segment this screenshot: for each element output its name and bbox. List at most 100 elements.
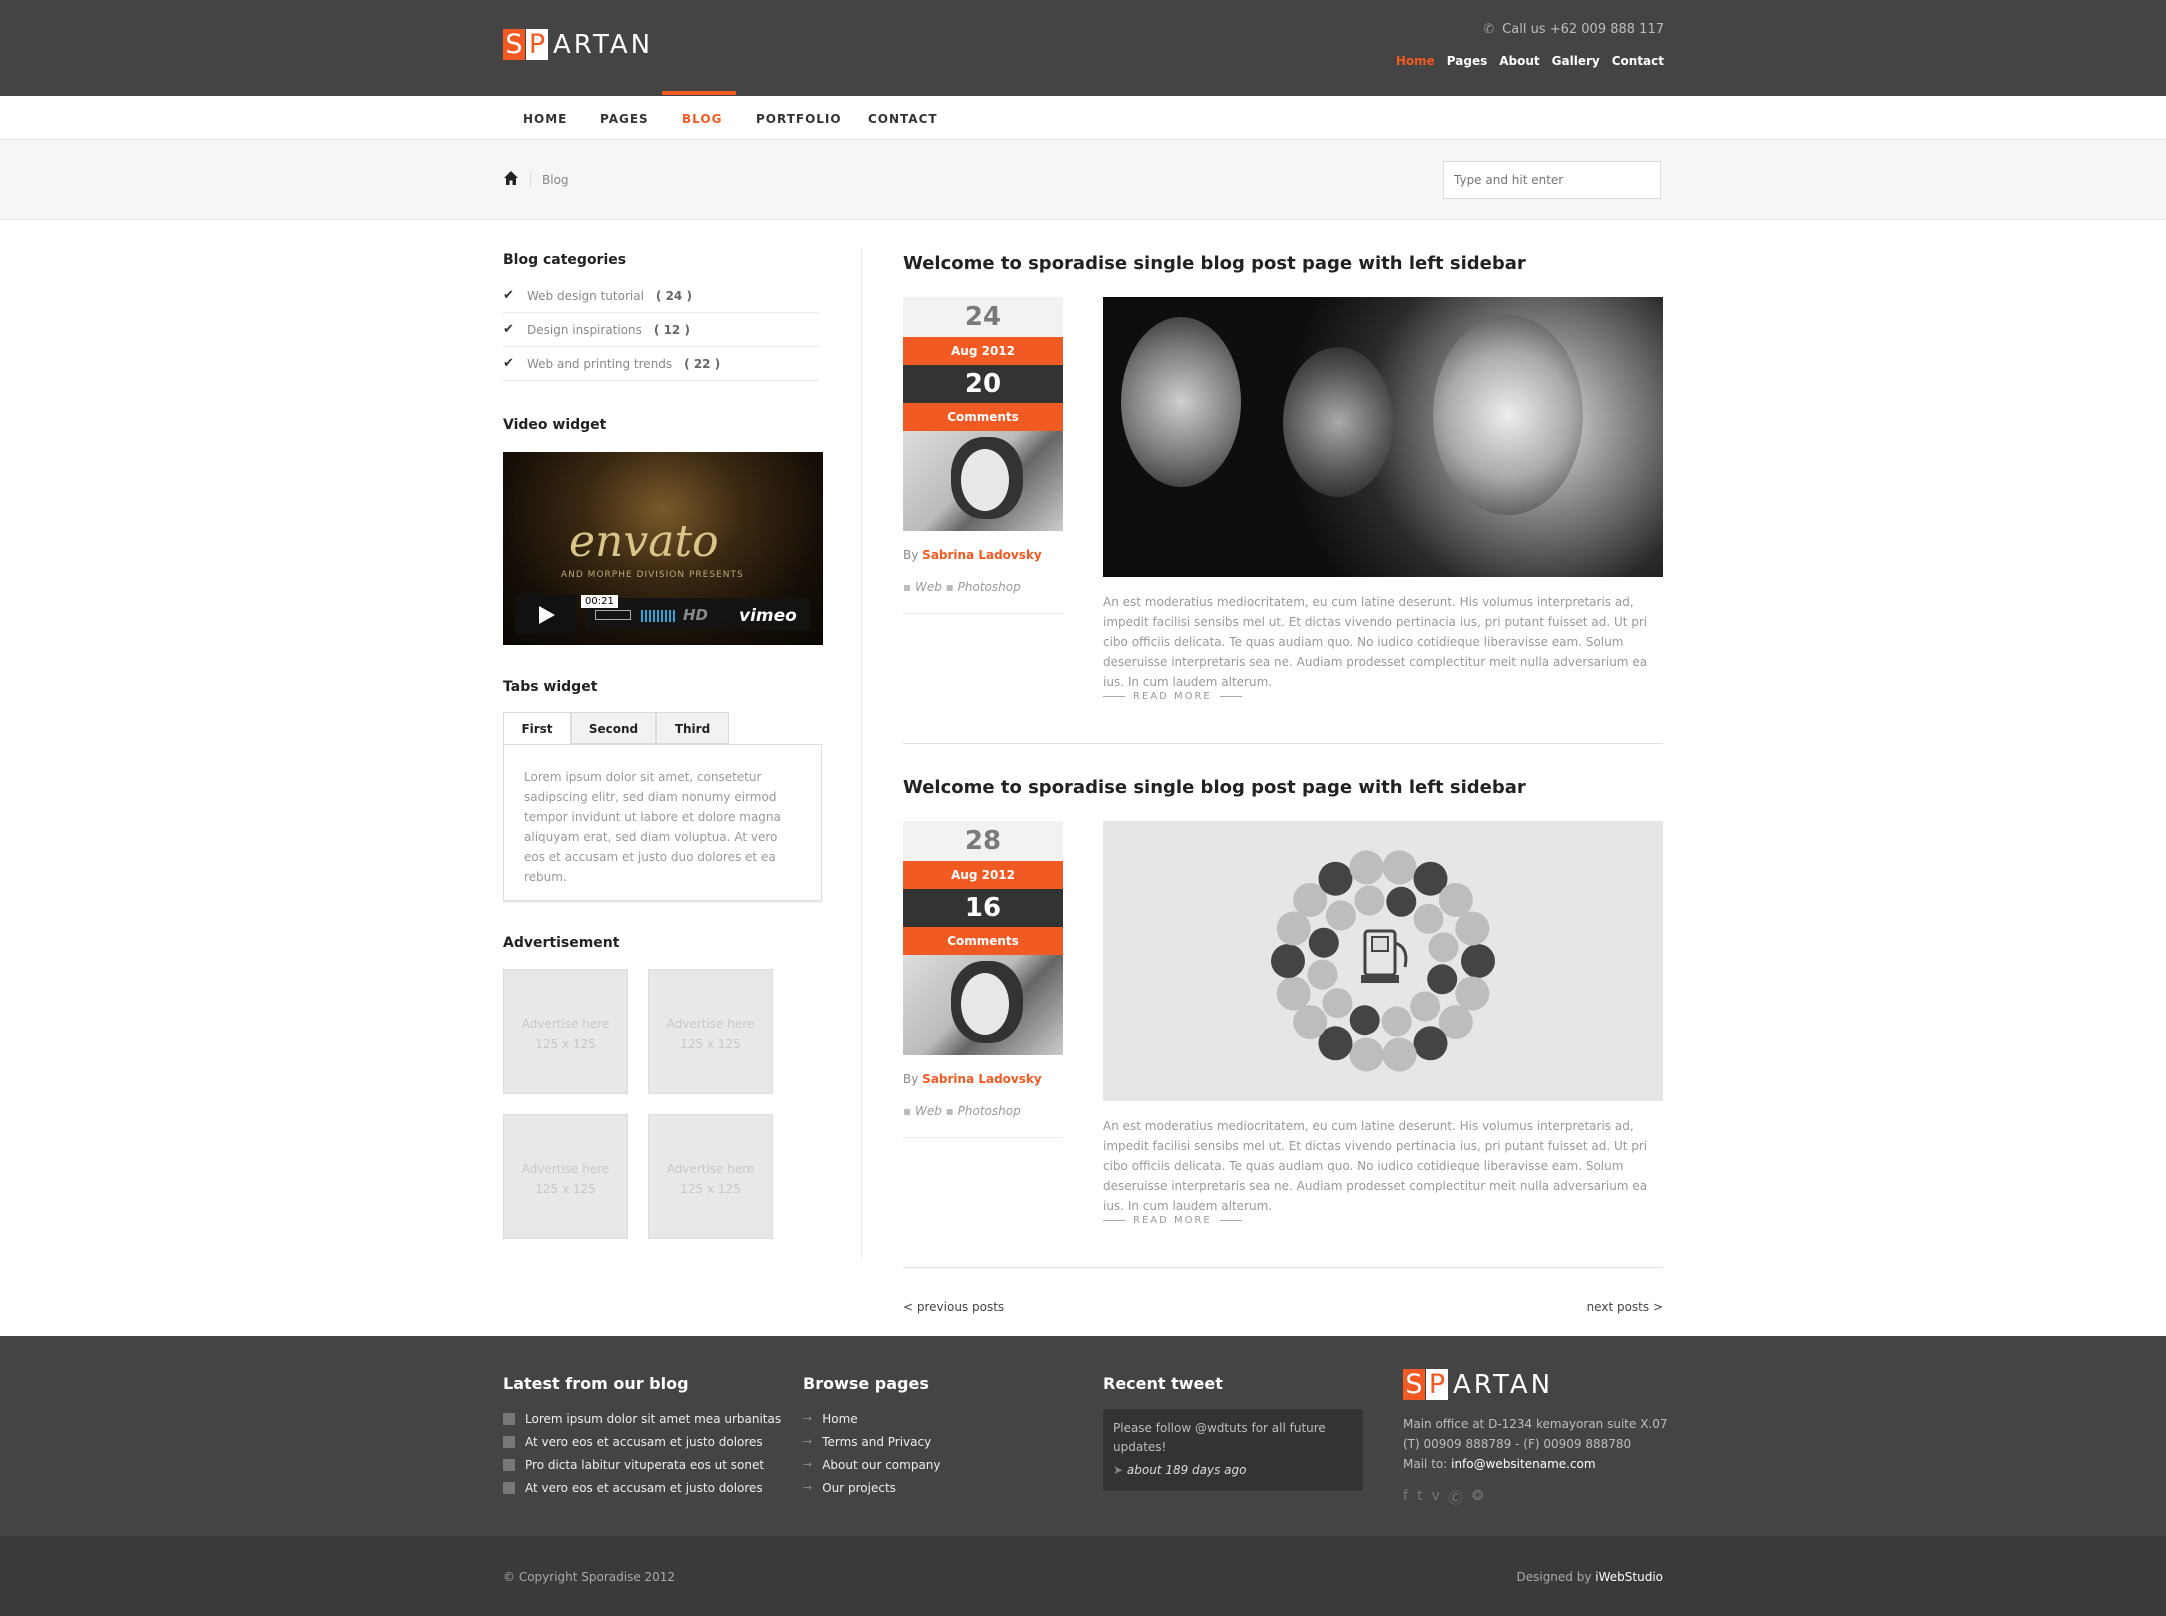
post-comment-label[interactable]: Comments <box>903 927 1063 955</box>
tab-content: Lorem ipsum dolor sit amet, consetetur s… <box>503 744 822 901</box>
illustration-icon <box>1413 903 1444 934</box>
read-more-link[interactable]: READ MORE <box>1103 691 1242 702</box>
search-input[interactable] <box>1443 161 1661 199</box>
footer-blog-item[interactable]: Pro dicta labitur vituperata eos ut sone… <box>503 1453 781 1476</box>
logo-letter-p: P <box>1426 1369 1448 1400</box>
footer-blog-item[interactable]: Lorem ipsum dolor sit amet mea urbanitas <box>503 1407 781 1430</box>
footer-page-link[interactable]: → About our company <box>803 1453 941 1476</box>
tweet-text: Please follow @wdtuts for all future upd… <box>1113 1421 1326 1454</box>
post-image[interactable] <box>1103 297 1663 577</box>
skype-icon[interactable]: Ⓒ <box>1449 1488 1463 1508</box>
top-link-contact[interactable]: Contact <box>1612 54 1664 68</box>
tab-first[interactable]: First <box>503 712 571 745</box>
footer-page-label: Our projects <box>822 1480 896 1495</box>
illustration-icon <box>1271 944 1305 978</box>
footer-blog-item[interactable]: At vero eos et accusam et justo dolores <box>503 1430 781 1453</box>
play-button[interactable] <box>515 594 577 634</box>
illustration-icon <box>1354 885 1385 916</box>
post-title[interactable]: Welcome to sporadise single blog post pa… <box>903 777 1526 798</box>
footer-tweet-title: Recent tweet <box>1103 1374 1223 1393</box>
read-more-label: READ MORE <box>1133 691 1212 702</box>
top-link-gallery[interactable]: Gallery <box>1552 54 1600 68</box>
logo-text: ARTAN <box>1453 1369 1554 1400</box>
ad-slot[interactable]: Advertise here 125 x 125 <box>648 969 773 1094</box>
top-links: Home Pages About Gallery Contact <box>1396 54 1664 68</box>
ad-slot[interactable]: Advertise here 125 x 125 <box>503 969 628 1094</box>
tag-web[interactable]: Web <box>915 1104 942 1118</box>
logo-letter-s: S <box>503 29 525 60</box>
tag-web[interactable]: Web <box>915 580 942 594</box>
vimeo-icon[interactable]: v <box>1431 1488 1439 1508</box>
post-title[interactable]: Welcome to sporadise single blog post pa… <box>903 253 1526 274</box>
vimeo-logo[interactable]: vimeo <box>739 606 797 626</box>
category-count: ( 22 ) <box>684 356 721 371</box>
post-author[interactable]: Sabrina Ladovsky <box>922 548 1042 562</box>
facebook-icon[interactable]: f <box>1403 1488 1408 1508</box>
nav-portfolio[interactable]: PORTFOLIO <box>756 96 842 140</box>
nav-pages[interactable]: PAGES <box>600 96 649 140</box>
illustration-icon <box>1461 944 1495 978</box>
footer-logo[interactable]: S P ARTAN <box>1403 1369 1553 1400</box>
author-avatar <box>903 955 1063 1055</box>
ad-slot[interactable]: Advertise here 125 x 125 <box>503 1114 628 1239</box>
tag-photoshop[interactable]: Photoshop <box>958 1104 1021 1118</box>
twitter-icon[interactable]: t <box>1417 1488 1423 1508</box>
ad-text: Advertise here <box>521 1162 610 1176</box>
footer-page-link[interactable]: → Home <box>803 1407 941 1430</box>
top-header <box>0 0 2166 96</box>
category-item[interactable]: ✔ Design inspirations ( 12 ) <box>503 313 819 347</box>
footer-blog-item-label: Pro dicta labitur vituperata eos ut sone… <box>525 1457 765 1472</box>
video-time: 00:21 <box>581 595 618 608</box>
icon-circle-illustration <box>1271 850 1495 1072</box>
hd-button[interactable]: HD <box>683 606 708 624</box>
category-item[interactable]: ✔ Web design tutorial ( 24 ) <box>503 279 819 313</box>
footer-page-link[interactable]: → Our projects <box>803 1476 941 1499</box>
copyright: © Copyright Sporadise 2012 <box>503 1570 676 1584</box>
dribbble-icon[interactable]: ❂ <box>1472 1488 1484 1508</box>
footer-blog-item[interactable]: At vero eos et accusam et justo dolores <box>503 1476 781 1499</box>
footer-page-link[interactable]: → Terms and Privacy <box>803 1430 941 1453</box>
post-date-month: Aug 2012 <box>903 861 1063 889</box>
category-label: Design inspirations <box>527 322 642 337</box>
nav-contact[interactable]: CONTACT <box>868 96 938 140</box>
breadcrumb-current: Blog <box>542 173 569 187</box>
volume-icon[interactable] <box>641 610 677 622</box>
mail-link[interactable]: info@websitename.com <box>1451 1457 1595 1471</box>
top-link-about[interactable]: About <box>1499 54 1539 68</box>
post-author[interactable]: Sabrina Ladovsky <box>922 1072 1042 1086</box>
top-link-pages[interactable]: Pages <box>1447 54 1487 68</box>
top-link-home[interactable]: Home <box>1396 54 1435 68</box>
nav-active-indicator <box>662 91 736 95</box>
illustration-icon <box>1413 1026 1448 1061</box>
read-more-label: READ MORE <box>1133 1215 1212 1226</box>
tag-photoshop[interactable]: Photoshop <box>958 580 1021 594</box>
footer-phones: (T) 00909 888789 - (F) 00909 888780 <box>1403 1437 1632 1451</box>
tweet-time: about 189 days ago <box>1126 1463 1247 1477</box>
tab-third[interactable]: Third <box>656 712 729 744</box>
video-player[interactable]: envato AND MORPHE DIVISION PRESENTS 00:2… <box>503 452 823 645</box>
nav-home[interactable]: HOME <box>523 96 567 140</box>
nav-blog[interactable]: BLOG <box>682 96 722 140</box>
illustration-icon <box>1318 861 1353 896</box>
next-posts-link[interactable]: next posts > <box>1587 1300 1663 1314</box>
post-comment-label[interactable]: Comments <box>903 403 1063 431</box>
previous-posts-link[interactable]: < previous posts <box>903 1300 1004 1314</box>
home-icon[interactable] <box>503 170 519 186</box>
post-image[interactable] <box>1103 821 1663 1101</box>
logo-letter-s: S <box>1403 1369 1425 1400</box>
designer-link[interactable]: iWebStudio <box>1595 1570 1663 1584</box>
arrow-right-icon: → <box>803 1458 813 1471</box>
blog-categories-title: Blog categories <box>503 252 627 268</box>
footer-blog-item-label: Lorem ipsum dolor sit amet mea urbanitas <box>525 1411 782 1426</box>
post-comment-count[interactable]: 16 <box>903 889 1063 927</box>
video-progress[interactable] <box>595 610 631 620</box>
read-more-link[interactable]: READ MORE <box>1103 1215 1242 1226</box>
post-comment-count[interactable]: 20 <box>903 365 1063 403</box>
illustration-icon <box>1276 976 1311 1011</box>
category-label: Web and printing trends <box>527 356 673 371</box>
ad-slot[interactable]: Advertise here 125 x 125 <box>648 1114 773 1239</box>
tab-second[interactable]: Second <box>571 712 656 744</box>
category-item[interactable]: ✔ Web and printing trends ( 22 ) <box>503 347 819 381</box>
illustration-icon <box>1349 1005 1380 1036</box>
logo[interactable]: S P ARTAN <box>503 29 653 60</box>
